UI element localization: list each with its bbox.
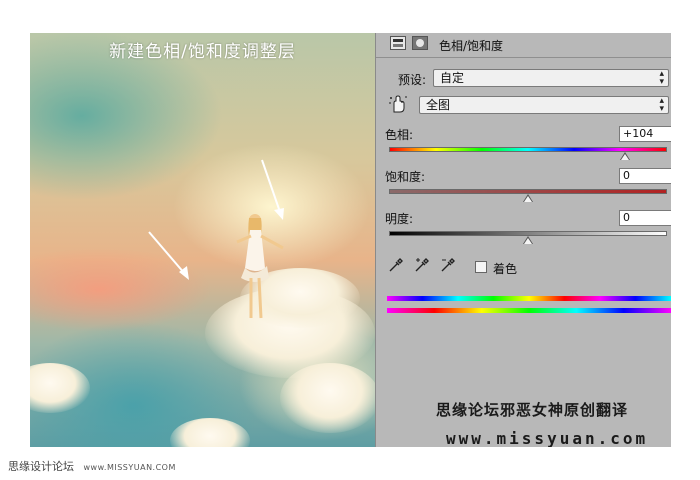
result-color-bar bbox=[387, 296, 671, 301]
eyedropper-icon[interactable] bbox=[388, 257, 404, 276]
colorize-label: 着色 bbox=[493, 262, 518, 276]
hue-saturation-panel: 色相/饱和度 预设: 自定 ▴ ▾ 全图 ▴ ▾ 色相: +104 饱和度: 0 明… bbox=[375, 33, 671, 447]
footer: 思缘设计论坛 www.MISSYUAN.COM bbox=[8, 458, 176, 474]
preset-select-value: 自定 bbox=[440, 71, 465, 85]
arrow-left-icon bbox=[148, 231, 189, 280]
lightness-slider-thumb[interactable] bbox=[523, 236, 533, 244]
select-arrows-icon: ▴ ▾ bbox=[659, 69, 664, 87]
channel-select-value: 全图 bbox=[426, 98, 451, 112]
input-color-bar bbox=[387, 308, 671, 313]
panel-header: 色相/饱和度 bbox=[376, 33, 671, 57]
footer-site-name: 思缘设计论坛 bbox=[8, 460, 74, 473]
preset-label: 预设: bbox=[398, 73, 427, 87]
select-arrows-icon: ▴ ▾ bbox=[659, 96, 664, 114]
colorize-checkbox[interactable] bbox=[475, 261, 487, 273]
photo-caption: 新建色相/饱和度调整层 bbox=[109, 42, 296, 62]
channel-select[interactable]: 全图 ▴ ▾ bbox=[419, 96, 669, 114]
lightness-input[interactable]: 0 bbox=[619, 210, 671, 226]
saturation-input[interactable]: 0 bbox=[619, 168, 671, 184]
cloud bbox=[30, 363, 90, 413]
saturation-slider-thumb[interactable] bbox=[523, 194, 533, 202]
hue-input[interactable]: +104 bbox=[619, 126, 671, 142]
woman-figure bbox=[236, 214, 284, 319]
hue-label: 色相: bbox=[385, 128, 414, 142]
saturation-label: 饱和度: bbox=[385, 170, 426, 184]
lightness-label: 明度: bbox=[385, 212, 414, 226]
canvas-image: 新建色相/饱和度调整层 bbox=[30, 33, 375, 447]
footer-site-url: www.MISSYUAN.COM bbox=[83, 463, 176, 472]
cloud bbox=[280, 363, 375, 433]
eyedropper-minus-icon[interactable] bbox=[440, 257, 456, 276]
arrow-right-icon bbox=[261, 159, 284, 220]
hue-slider-thumb[interactable] bbox=[620, 152, 631, 160]
watermark-url: www.missyuan.com bbox=[446, 429, 649, 447]
divider bbox=[376, 57, 671, 58]
preset-select[interactable]: 自定 ▴ ▾ bbox=[433, 69, 669, 87]
cloud bbox=[170, 418, 250, 447]
adjustment-layer-icon[interactable] bbox=[390, 36, 406, 50]
hand-icon[interactable] bbox=[388, 94, 408, 117]
panel-title: 色相/饱和度 bbox=[439, 39, 504, 53]
eyedropper-plus-icon[interactable] bbox=[414, 257, 430, 276]
watermark-text: 思缘论坛邪恶女神原创翻译 bbox=[436, 401, 629, 419]
mask-icon[interactable] bbox=[412, 36, 428, 50]
